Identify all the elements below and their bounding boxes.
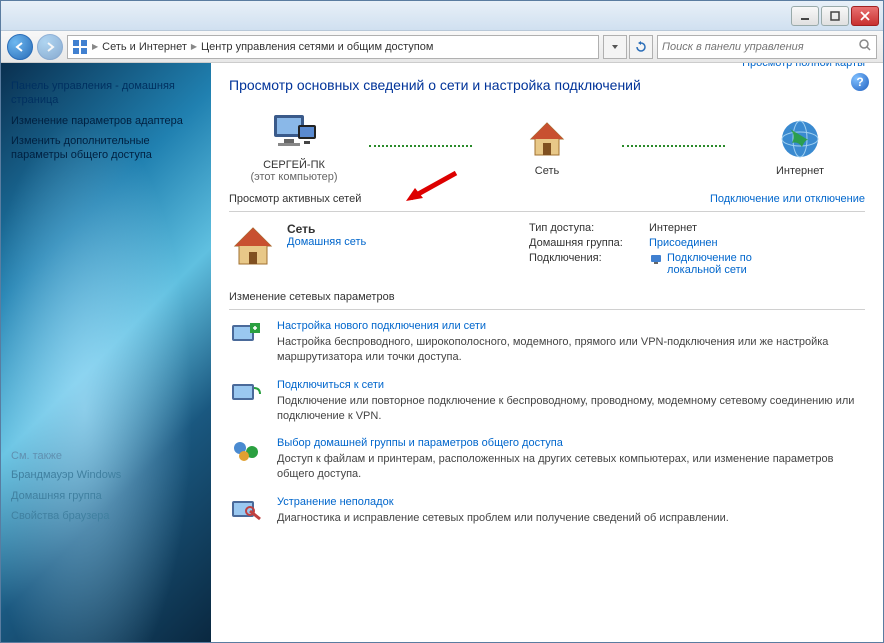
map-connector (369, 145, 472, 147)
breadcrumb[interactable]: ▶ Сеть и Интернет ▶ Центр управления сет… (67, 35, 599, 59)
task-description: Настройка беспроводного, широкополосного… (277, 335, 865, 365)
map-this-pc[interactable]: СЕРГЕЙ-ПК (этот компьютер) (229, 109, 359, 183)
task-setup-connection: Настройка нового подключения или сети На… (229, 320, 865, 365)
maximize-button[interactable] (821, 6, 849, 26)
connect-network-icon (229, 379, 265, 407)
active-networks-header: Просмотр активных сетей Подключение или … (229, 193, 865, 205)
breadcrumb-network[interactable]: Сеть и Интернет (102, 41, 187, 53)
task-title-link[interactable]: Настройка нового подключения или сети (277, 320, 865, 332)
access-type-value: Интернет (649, 222, 697, 234)
breadcrumb-dropdown-button[interactable] (603, 35, 627, 59)
minimize-button[interactable] (791, 6, 819, 26)
task-homegroup-sharing: Выбор домашней группы и параметров общег… (229, 437, 865, 482)
main-content: ? Просмотр основных сведений о сети и на… (211, 63, 883, 642)
lan-icon (649, 252, 663, 269)
map-network-label: Сеть (482, 165, 612, 177)
access-type-label: Тип доступа: (529, 222, 649, 234)
control-panel-icon (72, 39, 88, 55)
sidebar: Панель управления - домашняя страница Из… (1, 63, 211, 642)
task-description: Диагностика и исправление сетевых пробле… (277, 511, 865, 526)
computer-icon (229, 109, 359, 157)
house-icon (229, 222, 277, 270)
change-settings-header: Изменение сетевых параметров (229, 291, 865, 303)
chevron-right-icon: ▶ (191, 42, 197, 51)
task-connect-network: Подключиться к сети Подключение или повт… (229, 379, 865, 424)
body: Панель управления - домашняя страница Из… (1, 63, 883, 642)
page-title: Просмотр основных сведений о сети и наст… (229, 77, 865, 93)
view-full-map-link[interactable]: Просмотр полной карты (229, 63, 865, 69)
sidebar-change-sharing-settings[interactable]: Изменить дополнительные параметры общего… (11, 134, 201, 163)
task-troubleshoot: Устранение неполадок Диагностика и испра… (229, 496, 865, 526)
network-name: Сеть (287, 222, 366, 236)
map-pc-sub: (этот компьютер) (229, 171, 359, 183)
search-input[interactable] (662, 41, 858, 53)
navbar: ▶ Сеть и Интернет ▶ Центр управления сет… (1, 31, 883, 63)
back-button[interactable] (7, 34, 33, 60)
connections-label: Подключения: (529, 252, 649, 276)
homegroup-value-link[interactable]: Присоединен (649, 237, 718, 249)
globe-icon (735, 115, 865, 163)
tasks-list: Настройка нового подключения или сети На… (229, 320, 865, 526)
search-box[interactable] (657, 35, 877, 59)
sidebar-control-panel-home[interactable]: Панель управления - домашняя страница (11, 79, 201, 108)
task-title-link[interactable]: Выбор домашней группы и параметров общег… (277, 437, 865, 449)
breadcrumb-sharing-center[interactable]: Центр управления сетями и общим доступом (201, 41, 433, 53)
troubleshoot-icon (229, 496, 265, 524)
sidebar-change-adapter-settings[interactable]: Изменение параметров адаптера (11, 114, 201, 128)
connection-link[interactable]: Подключение по локальной сети (667, 252, 807, 276)
refresh-button[interactable] (629, 35, 653, 59)
task-description: Доступ к файлам и принтерам, расположенн… (277, 452, 865, 482)
sidebar-homegroup[interactable]: Домашняя группа (11, 489, 201, 503)
map-internet-label: Интернет (735, 165, 865, 177)
homegroup-icon (229, 437, 265, 465)
close-button[interactable] (851, 6, 879, 26)
forward-button[interactable] (37, 34, 63, 60)
task-title-link[interactable]: Устранение неполадок (277, 496, 865, 508)
map-pc-name: СЕРГЕЙ-ПК (229, 159, 359, 171)
setup-connection-icon (229, 320, 265, 348)
map-network[interactable]: Сеть (482, 115, 612, 177)
divider (229, 309, 865, 310)
task-description: Подключение или повторное подключение к … (277, 394, 865, 424)
connect-disconnect-link[interactable]: Подключение или отключение (710, 193, 865, 205)
task-title-link[interactable]: Подключиться к сети (277, 379, 865, 391)
active-networks-label: Просмотр активных сетей (229, 193, 361, 205)
map-internet[interactable]: Интернет (735, 115, 865, 177)
see-also-header: См. также (11, 450, 62, 462)
sidebar-internet-options[interactable]: Свойства браузера (11, 509, 201, 523)
active-network-row: Сеть Домашняя сеть Тип доступа:Интернет … (229, 222, 865, 279)
homegroup-label: Домашняя группа: (529, 237, 649, 249)
map-connector (622, 145, 725, 147)
change-settings-label: Изменение сетевых параметров (229, 291, 395, 303)
help-icon[interactable]: ? (851, 73, 869, 91)
divider (229, 211, 865, 212)
titlebar (1, 1, 883, 31)
sidebar-windows-firewall[interactable]: Брандмауэр Windows (11, 468, 201, 482)
network-map: СЕРГЕЙ-ПК (этот компьютер) Сеть Интернет (229, 109, 865, 183)
chevron-right-icon: ▶ (92, 42, 98, 51)
search-icon (858, 38, 872, 55)
window: ▶ Сеть и Интернет ▶ Центр управления сет… (0, 0, 884, 643)
network-type-link[interactable]: Домашняя сеть (287, 236, 366, 248)
house-icon (482, 115, 612, 163)
